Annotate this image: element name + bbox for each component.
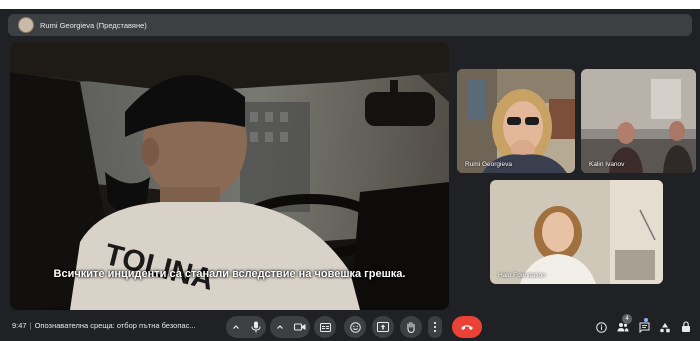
info-icon — [595, 321, 607, 333]
activities-icon — [660, 322, 670, 332]
presenter-avatar — [18, 17, 34, 33]
participant-video-kalin — [581, 69, 696, 173]
raise-hand-button[interactable] — [400, 316, 422, 338]
camera-options-button[interactable] — [270, 316, 290, 338]
microphone-icon — [251, 321, 261, 333]
meeting-time: 9:47 — [12, 321, 27, 330]
camera-toggle-button[interactable] — [290, 316, 310, 338]
mic-options-button[interactable] — [226, 316, 246, 338]
mic-control[interactable] — [226, 316, 266, 338]
more-vert-icon — [433, 321, 437, 333]
chat-button[interactable] — [637, 320, 651, 334]
chevron-up-icon — [277, 325, 283, 329]
participant-tile-kalin[interactable]: Kalin Ivanov — [581, 69, 696, 173]
participant-name: Rumi Georgieva — [465, 161, 512, 168]
participant-tile-rumi[interactable]: Rumi Georgieva — [457, 69, 575, 173]
stage-caption: Всичките инциденти са станали вследствие… — [53, 268, 406, 280]
chat-notification-dot — [644, 318, 648, 322]
present-screen-button[interactable] — [372, 316, 394, 338]
participant-video-rumi — [457, 69, 575, 173]
host-controls-button[interactable] — [679, 320, 693, 334]
mic-toggle-button[interactable] — [246, 316, 266, 338]
captions-button[interactable] — [314, 316, 336, 338]
presenter-bar: Rumi Georgieva (Представяне) — [8, 14, 692, 36]
participant-video-halo — [490, 180, 663, 284]
emoji-button[interactable] — [344, 316, 366, 338]
info-separator: | — [29, 321, 32, 330]
people-count-badge: 4 — [622, 314, 632, 324]
meeting-toolbar: 9:47 | Опознавателна среща: отбор пътна бе… — [0, 313, 700, 341]
activities-button[interactable] — [658, 320, 672, 334]
participant-name: Halo Foundation — [498, 272, 546, 279]
participant-tile-halo[interactable]: Halo Foundation — [490, 180, 663, 284]
meeting-title: Опознавателна среща: отбор пътна безопас… — [34, 321, 196, 330]
hand-icon — [407, 321, 415, 333]
chevron-up-icon — [233, 325, 239, 329]
meeting-details-button[interactable] — [594, 320, 608, 334]
present-to-all-icon — [377, 322, 389, 332]
meeting-info: 9:47 | Опознавателна среща: отбор пътна бе… — [12, 321, 196, 330]
shared-screen-stage: TOLINA Всичките инциденти са станали всл… — [10, 42, 449, 310]
more-options-button[interactable] — [428, 316, 442, 338]
videocam-icon — [294, 323, 306, 331]
lock-person-icon — [682, 321, 690, 332]
camera-control[interactable] — [270, 316, 310, 338]
participant-name: Kalin Ivanov — [589, 161, 625, 168]
leave-call-button[interactable] — [452, 316, 482, 338]
call-end-icon — [461, 325, 473, 330]
chat-icon — [639, 322, 649, 333]
emoji-icon — [349, 321, 361, 333]
presenter-name: Rumi Georgieva (Представяне) — [40, 20, 147, 30]
window-top-strip — [0, 0, 700, 9]
closed-captions-icon — [319, 322, 331, 332]
